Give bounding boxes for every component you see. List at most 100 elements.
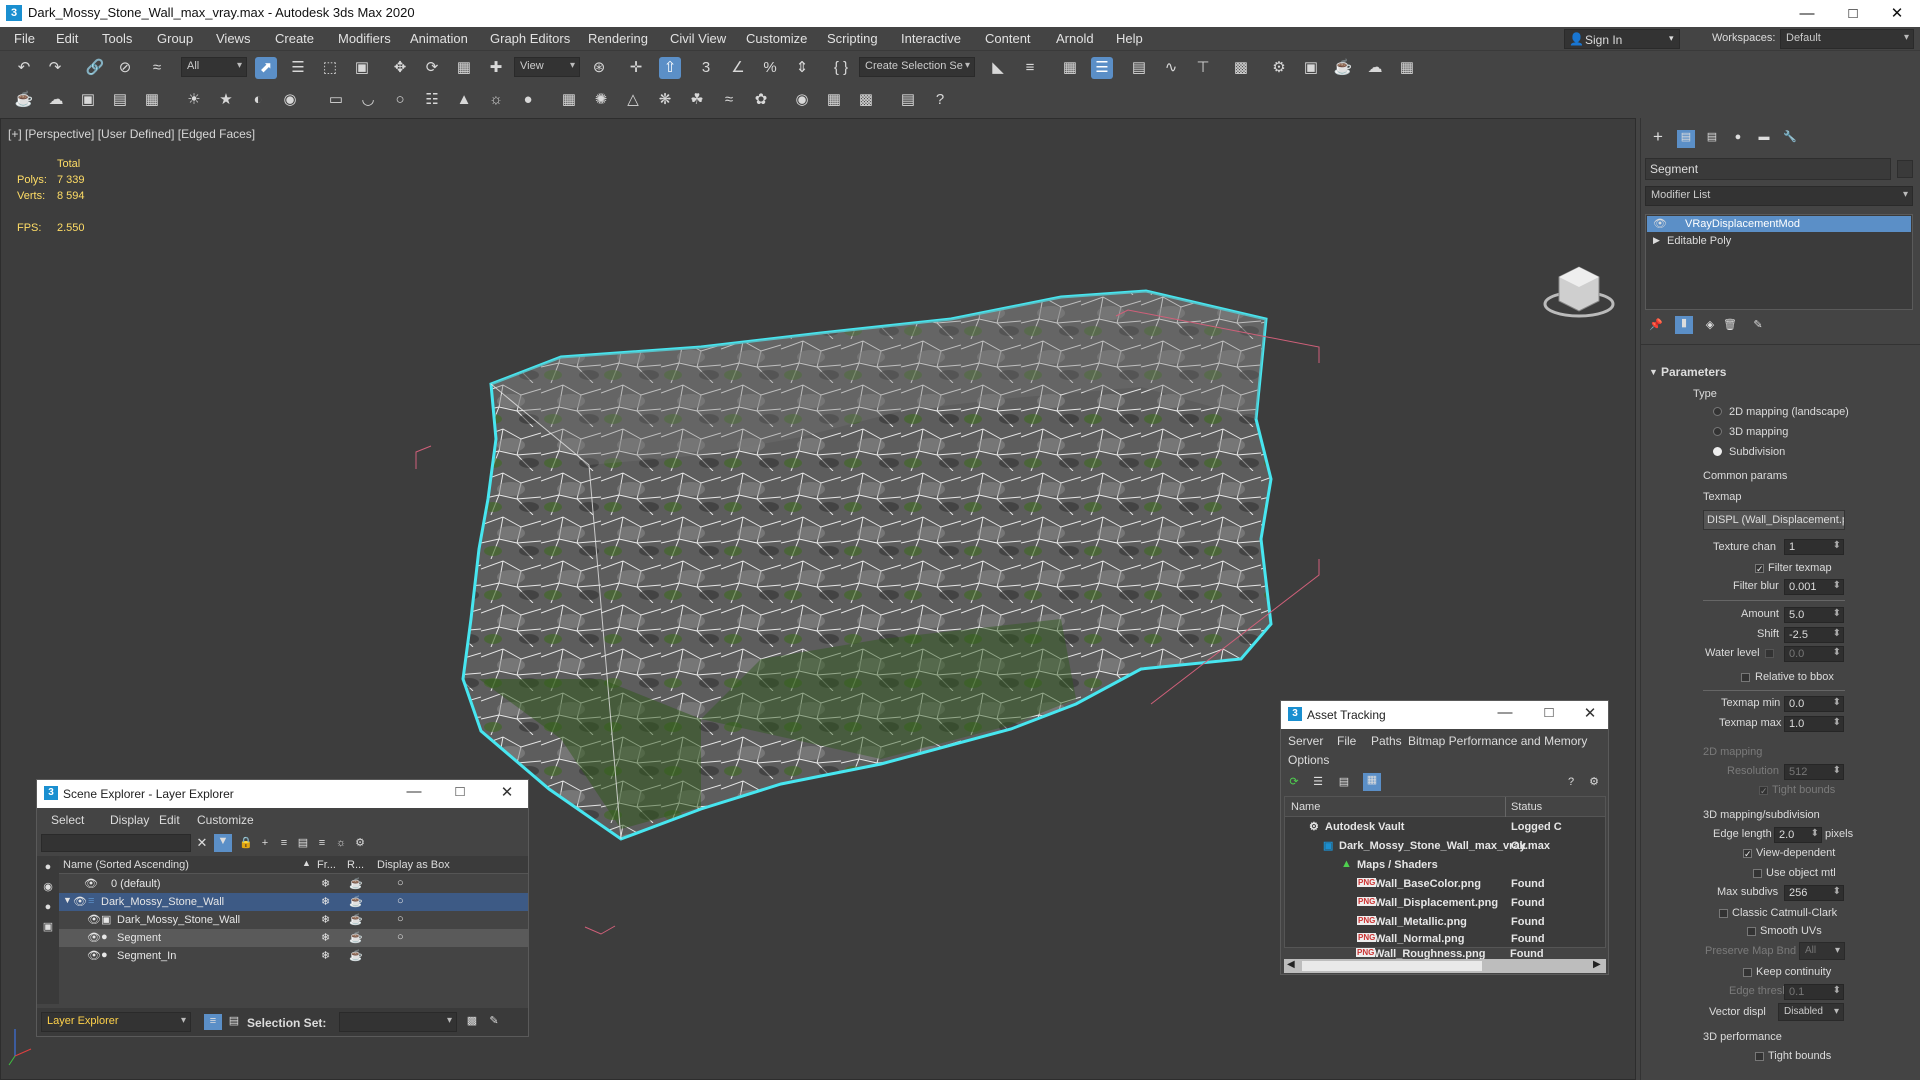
col-display-as-box[interactable]: Display as Box [377,859,450,871]
vray-fur-icon[interactable]: △ [622,89,644,111]
close-button[interactable]: ✕ [1874,0,1920,27]
radio-3d-mapping[interactable] [1713,427,1722,436]
relative-to-bbox-label[interactable]: Relative to bbox [1755,671,1834,683]
close-button[interactable]: ✕ [1575,704,1605,722]
render-teapot-icon[interactable]: ☕ [349,895,363,908]
vray-infinite-plane-icon[interactable]: ❋ [654,89,676,111]
menu-civil-view[interactable]: Civil View [670,31,726,46]
menu-animation[interactable]: Animation [410,31,468,46]
vray-plane-light-icon[interactable]: ▭ [325,89,347,111]
asset-row[interactable]: PNG Wall_Normal.png Found [1285,930,1605,947]
snap-3d-icon[interactable]: 3 [695,57,717,79]
expand-arrow-icon[interactable]: ▶ [1653,235,1660,246]
filter-icon[interactable]: ▼ [214,834,232,852]
layer-row[interactable]: ▼ 👁 ≡ Dark_Mossy_Stone_Wall ❄ ☕ ○ [59,893,528,911]
unlink-icon[interactable]: ⊘ [114,57,136,79]
resolution-spinner[interactable]: 512 [1784,764,1844,780]
vray-sphere-icon[interactable]: ◉ [791,89,813,111]
settings-icon[interactable]: ⚙ [353,836,367,850]
asset-row[interactable]: PNG Wall_BaseColor.png Found [1285,875,1605,893]
light-icon[interactable]: ☼ [334,836,348,850]
vray-toolbar-icon[interactable]: ◉ [279,89,301,111]
radio-2d-mapping-label[interactable]: 2D mapping (landscape) [1729,406,1849,418]
sign-in-dropdown[interactable]: 👤 Sign In ▾ [1564,29,1680,49]
menu-scripting[interactable]: Scripting [827,31,878,46]
perspective-viewport[interactable]: [+] [Perspective] [User Defined] [Edged … [0,118,1636,1080]
vray-render-icon[interactable]: ▤ [897,89,919,111]
vray-half-sphere-icon[interactable]: ◐ [247,89,269,111]
workspace-dropdown[interactable]: Default [1780,29,1914,49]
layer-stack-icon[interactable]: ≡ [315,836,329,850]
scroll-left-icon[interactable]: ◀ [1287,959,1295,970]
water-level-spinner[interactable]: 0.0 [1784,646,1844,662]
curve-editor-icon[interactable]: ∿ [1160,57,1182,79]
create-tab-icon[interactable]: + [1651,128,1665,145]
toggle-scene-explorer-icon[interactable]: ▦ [1059,57,1081,79]
thumbnail-view-icon[interactable]: ▤ [1337,775,1351,789]
vray-proxy-icon[interactable]: ▦ [558,89,580,111]
render-teapot-icon[interactable]: ☕ [349,931,363,944]
table-view-icon[interactable]: ▦ [1363,773,1381,791]
texmap-button[interactable]: DISPL (Wall_Displacement.png [1703,510,1845,530]
se-menu-display[interactable]: Display [110,813,149,827]
radio-3d-mapping-label[interactable]: 3D mapping [1729,426,1788,438]
se-menu-customize[interactable]: Customize [197,813,254,827]
hierarchy-tab-icon[interactable]: ▤ [1705,130,1719,144]
filter-texmap-label[interactable]: Filter texmap [1768,562,1832,574]
maximize-button[interactable]: □ [1830,0,1876,27]
toggle-layer-explorer-icon[interactable]: ☰ [1091,57,1113,79]
col-status[interactable]: Status [1511,801,1542,813]
tight-bounds-2d-checkbox[interactable]: ✓ [1759,786,1768,796]
display-tab-icon[interactable]: ▬ [1757,130,1771,144]
stack-item-vraydisplacementmod[interactable]: 👁 VRayDisplacementMod [1647,216,1911,232]
minimize-button[interactable]: — [1490,704,1520,721]
asset-row[interactable]: PNG Wall_Displacement.png Found [1285,894,1605,912]
filter-blur-spinner[interactable]: 0.001 [1784,579,1844,595]
view-dependent-label[interactable]: View-dependent [1756,847,1835,859]
select-object-icon[interactable]: ⬈ [255,57,277,79]
object-color-swatch[interactable] [1897,160,1913,178]
parameters-rollout-title[interactable]: Parameters [1661,365,1726,379]
freeze-icon[interactable]: ❄ [321,877,330,890]
col-name[interactable]: Name [1291,801,1320,813]
edge-thresh-spinner[interactable]: 0.1 [1784,984,1844,1000]
vray-material-icon[interactable]: ▦ [823,89,845,111]
show-end-result-icon[interactable]: ▮ [1675,316,1693,334]
align-icon[interactable]: ≡ [1019,57,1041,79]
stone-wall-model[interactable] [461,289,1273,841]
place-icon[interactable]: ✚ [485,57,507,79]
modifier-list-dropdown[interactable]: Modifier List [1645,186,1913,206]
refresh-icon[interactable]: ⟳ [1287,775,1301,789]
render-teapot-icon[interactable]: ☕ [349,877,363,890]
edge-length-spinner[interactable]: 2.0 [1774,827,1822,843]
menu-file[interactable]: File [14,31,35,46]
scene-explorer-titlebar[interactable]: 3 Scene Explorer - Layer Explorer — □ ✕ [37,780,528,808]
menu-edit[interactable]: Edit [56,31,78,46]
schematic-view-icon[interactable]: ⊤ [1192,57,1214,79]
smooth-uvs-checkbox[interactable] [1747,927,1756,936]
col-name[interactable]: Name (Sorted Ascending) [63,859,189,871]
vray-sun-icon[interactable]: ☼ [485,89,507,111]
vray-sphere-light-icon[interactable]: ○ [389,89,411,111]
vray-ies-light-icon[interactable]: ☷ [421,89,443,111]
pivot-center-icon[interactable]: ⊛ [588,57,610,79]
shift-spinner[interactable]: -2.5 [1784,627,1844,643]
vray-dome-light-icon[interactable]: ◡ [357,89,379,111]
link-icon[interactable]: 🔗 [84,57,106,79]
render-cloud-icon[interactable]: ☁ [1364,57,1386,79]
menu-interactive[interactable]: Interactive [901,31,961,46]
rollout-collapse-icon[interactable]: ▼ [1649,367,1658,377]
select-by-name-icon[interactable]: ☰ [287,57,309,79]
object-name-field[interactable]: Segment [1645,158,1891,180]
asset-tracking-titlebar[interactable]: 3 Asset Tracking — □ ✕ [1281,701,1608,729]
add-layer-icon[interactable]: + [258,836,272,850]
maximize-button[interactable]: □ [445,783,475,800]
radio-subdivision-label[interactable]: Subdivision [1729,446,1785,458]
column-divider[interactable] [1505,797,1506,817]
texmap-max-spinner[interactable]: 1.0 [1784,716,1844,732]
vray-table-icon[interactable]: ▦ [141,89,163,111]
reference-coordinate-dropdown[interactable]: View [514,57,580,77]
layers-icon[interactable]: ≡ [277,836,291,850]
freeze-icon[interactable]: ❄ [321,895,330,908]
tight-bounds-3d-label[interactable]: Tight bounds [1768,1050,1831,1062]
